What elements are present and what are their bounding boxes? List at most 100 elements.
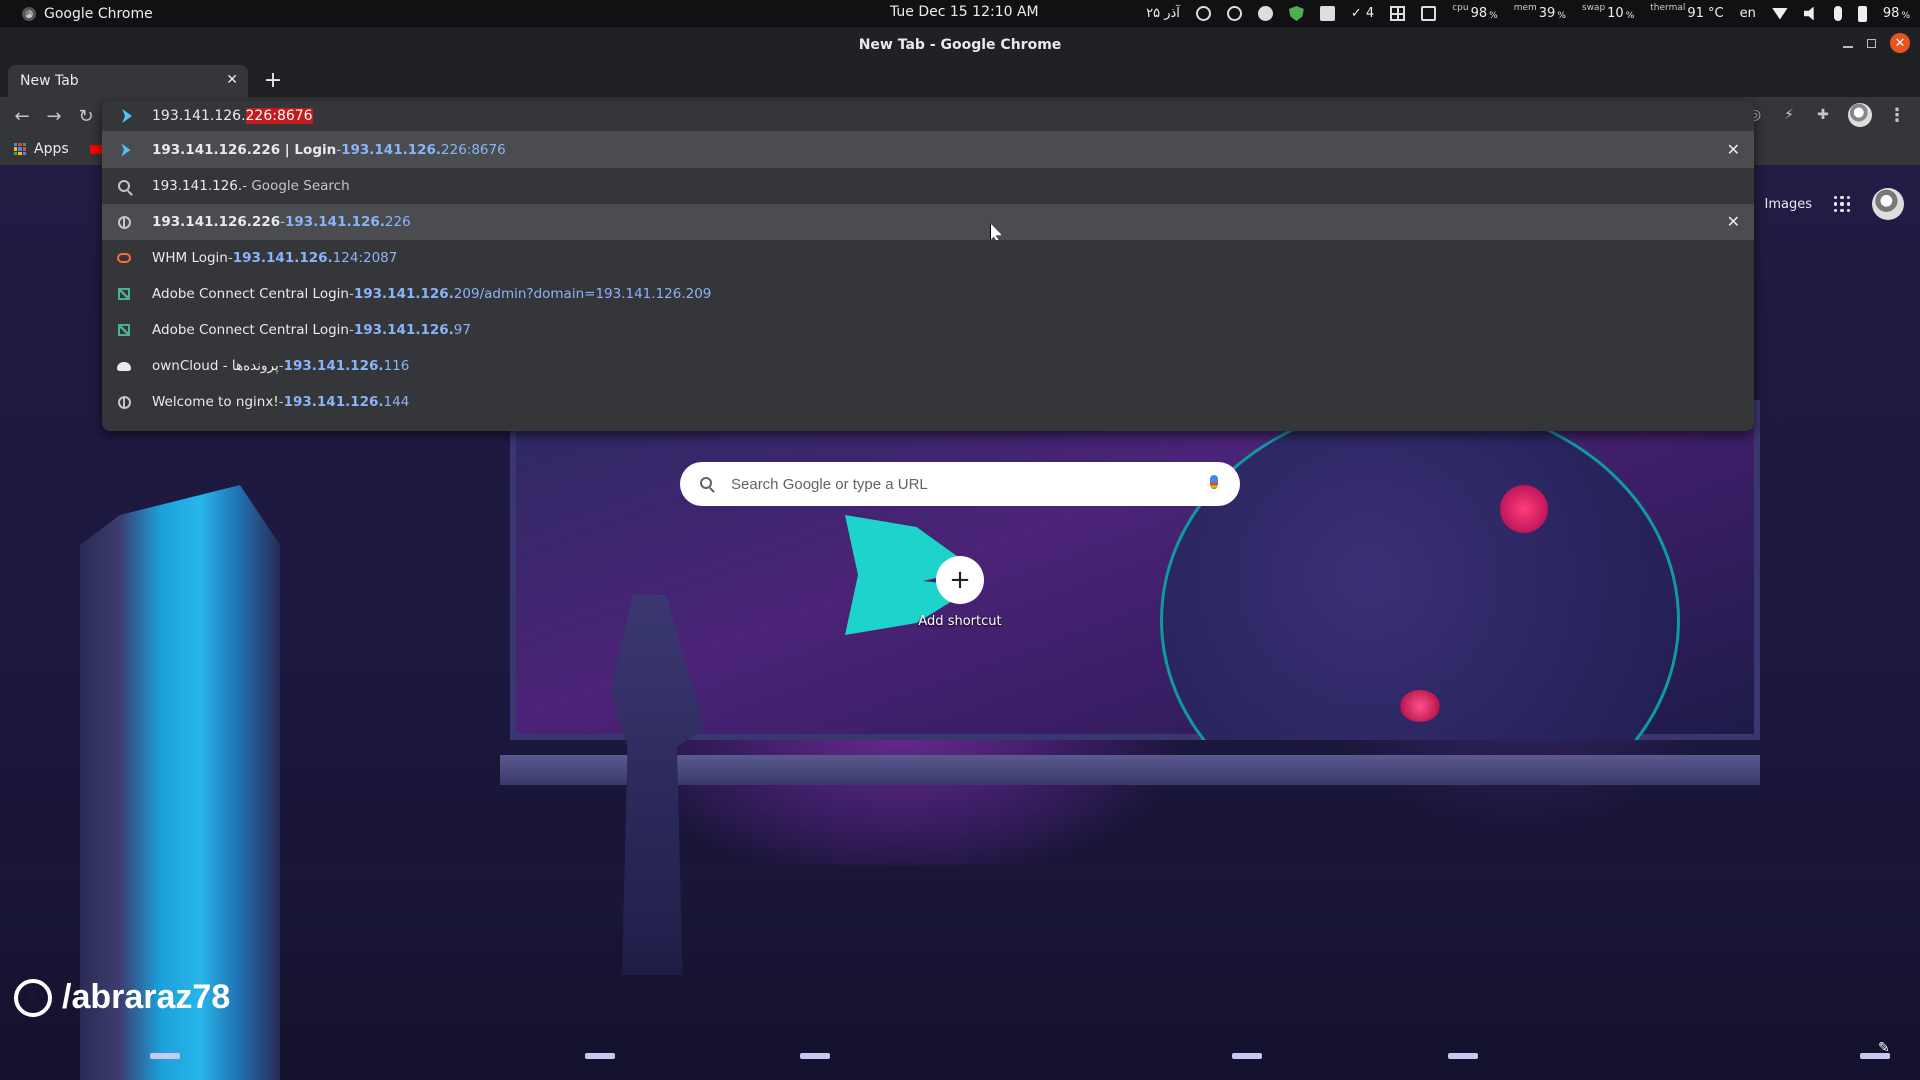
search-icon <box>117 179 131 193</box>
omnibox-autocomplete-selection: 226:8676 <box>245 108 313 124</box>
microphone-icon[interactable] <box>1833 6 1842 21</box>
suggestion-search-suffix: - Google Search <box>242 178 350 194</box>
suggestion-url-match: 193.141.126. <box>353 286 454 302</box>
back-button[interactable]: ← <box>12 106 32 127</box>
scene-ledge <box>500 755 1760 785</box>
voice-search-icon[interactable] <box>1210 475 1218 489</box>
profile-avatar[interactable] <box>1848 103 1872 127</box>
suggestion-url-rest: 97 <box>453 322 471 338</box>
suggestion-url-rest: 124:2087 <box>332 250 398 266</box>
suggestion-url-rest: 144 <box>383 394 410 410</box>
system-clock[interactable]: Tue Dec 15 12:10 AM <box>890 4 1039 20</box>
window-titlebar[interactable]: New Tab - Google Chrome ✕ <box>0 27 1920 63</box>
volume-icon[interactable] <box>1803 6 1814 21</box>
scene-lamp <box>585 1053 615 1059</box>
lightning-extension-icon[interactable]: ⚡ <box>1780 106 1798 124</box>
suggestion-url-rest: 209/admin?domain=193.141.126.209 <box>453 286 712 302</box>
globe-icon <box>117 215 131 229</box>
scene-lamp <box>150 1053 180 1059</box>
omnibox-suggestion[interactable]: Welcome to nginx! - 193.141.126.144 <box>102 384 1754 420</box>
globe-icon <box>117 395 131 409</box>
new-tab-button[interactable]: + <box>260 67 286 93</box>
scene-lamp <box>800 1053 830 1059</box>
scene-floor <box>0 865 1920 1080</box>
google-apps-icon[interactable] <box>1834 196 1850 212</box>
battery-level: 98% <box>1882 6 1910 21</box>
suggestion-title: 193.141.126.226 | Login <box>152 142 337 158</box>
keyboard-language[interactable]: en <box>1740 6 1756 21</box>
sync-icon[interactable] <box>1226 6 1242 21</box>
close-window-button[interactable]: ✕ <box>1890 33 1910 53</box>
plus-icon: + <box>936 556 984 604</box>
scene-lamp <box>1232 1053 1262 1059</box>
tab-label: New Tab <box>20 73 79 89</box>
scene-moon <box>1500 485 1548 533</box>
omnibox-suggestion[interactable]: Adobe Connect Central Login - 193.141.12… <box>102 276 1754 312</box>
chrome-icon <box>22 6 36 21</box>
mem-stat: mem 39% <box>1513 3 1566 21</box>
ntp-profile-avatar[interactable] <box>1872 188 1904 220</box>
workspaces-icon[interactable] <box>1390 6 1406 21</box>
images-link[interactable]: Images <box>1765 197 1813 212</box>
reload-button[interactable]: ↻ <box>76 106 96 127</box>
cpanel-icon <box>117 251 131 265</box>
forward-button[interactable]: → <box>44 106 64 127</box>
toolbar-right-icons: ◎ ⚡ ✚ ⋮ <box>1746 103 1906 127</box>
battery-icon[interactable] <box>1857 5 1867 22</box>
suggestion-url-rest: 226 <box>384 214 411 230</box>
omnibox-suggestion[interactable]: WHM Login - 193.141.126.124:2087 <box>102 240 1754 276</box>
window-controls: ✕ <box>1843 33 1910 53</box>
thermal-stat: thermal 91 °C <box>1650 3 1724 21</box>
suggestion-title: 193.141.126.226 <box>152 214 281 230</box>
tab-strip: New Tab ✕ + <box>0 63 1920 97</box>
add-shortcut-button[interactable]: + Add shortcut <box>900 556 1020 629</box>
suggestion-url-rest: 116 <box>383 358 410 374</box>
suggestion-title: Adobe Connect Central Login <box>152 286 349 302</box>
suggestion-url-match: 193.141.126. <box>284 214 385 230</box>
suggestion-title: Adobe Connect Central Login <box>152 322 349 338</box>
search-icon <box>700 477 712 489</box>
bookmark-apps[interactable]: Apps <box>14 141 69 157</box>
watermark-text: /abraraz78 <box>62 978 231 1016</box>
timer-icon[interactable] <box>1195 6 1211 21</box>
lock-icon[interactable] <box>1319 6 1335 21</box>
bookmark-apps-label: Apps <box>34 141 69 157</box>
active-app-indicator[interactable]: Google Chrome <box>0 6 153 22</box>
suggestion-title: Welcome to nginx! <box>152 394 279 410</box>
remove-suggestion-button[interactable]: ✕ <box>1727 140 1740 159</box>
menu-kebab-icon[interactable]: ⋮ <box>1888 105 1906 126</box>
scene-lamp <box>1448 1053 1478 1059</box>
customize-pencil-icon[interactable]: ✎ <box>1878 1040 1894 1056</box>
record-icon[interactable] <box>1257 6 1273 21</box>
omnibox-suggestion[interactable]: 193.141.126. - Google Search <box>102 168 1754 204</box>
extensions-puzzle-icon[interactable]: ✚ <box>1814 106 1832 124</box>
suggestion-url-match: 193.141.126. <box>232 250 333 266</box>
ntp-search-box[interactable]: Search Google or type a URL <box>680 462 1240 506</box>
lightning-icon <box>122 109 132 123</box>
clipboard-icon[interactable] <box>1421 6 1437 21</box>
omnibox-typed-text: 193.141.126. <box>152 108 246 124</box>
apps-grid-icon <box>14 143 26 155</box>
omnibox-suggestion[interactable]: 193.141.126.226 | Login - 193.141.126.22… <box>102 132 1754 168</box>
cloud-icon <box>117 359 131 373</box>
suggestion-url-match: 193.141.126. <box>341 142 442 158</box>
maximize-button[interactable] <box>1867 38 1876 48</box>
suggestion-title: WHM Login <box>152 250 228 266</box>
search-placeholder: Search Google or type a URL <box>731 475 928 493</box>
omnibox-suggestion[interactable]: Adobe Connect Central Login - 193.141.12… <box>102 312 1754 348</box>
swap-stat: swap 10% <box>1581 3 1635 21</box>
active-app-name: Google Chrome <box>44 5 153 22</box>
tasks-indicator[interactable]: ✓ 4 <box>1351 6 1374 21</box>
minimize-button[interactable] <box>1843 46 1853 48</box>
omnibox-suggestion[interactable]: ownCloud - پرونده‌ها - 193.141.126.116 <box>102 348 1754 384</box>
omnibox-suggestion[interactable]: 193.141.126.226 - 193.141.126.226 ✕ <box>102 204 1754 240</box>
tab-close-icon[interactable]: ✕ <box>226 72 238 88</box>
shield-icon[interactable] <box>1288 6 1304 21</box>
remove-suggestion-button[interactable]: ✕ <box>1727 212 1740 231</box>
omnibox-input[interactable]: 193.141.126. 226:8676 <box>102 101 1754 131</box>
youtube-icon[interactable] <box>90 145 102 154</box>
suggestion-url-match: 193.141.126. <box>283 394 384 410</box>
wifi-icon[interactable] <box>1771 7 1788 20</box>
channel-watermark: /abraraz78 <box>14 978 230 1017</box>
tab-new-tab[interactable]: New Tab ✕ <box>8 65 248 97</box>
